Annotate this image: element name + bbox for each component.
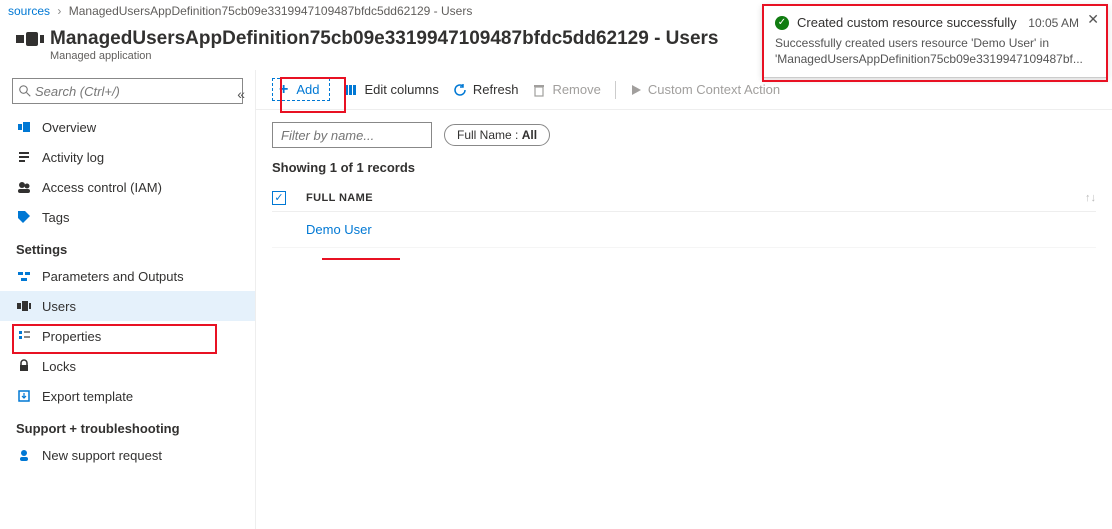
sort-icon[interactable]: ↑↓ bbox=[1085, 192, 1096, 204]
collapse-sidebar-icon[interactable]: « bbox=[237, 86, 245, 102]
toast-time: 10:05 AM bbox=[1028, 16, 1079, 30]
toast-title: Created custom resource successfully bbox=[797, 15, 1020, 30]
sidebar-item-properties[interactable]: Properties bbox=[0, 321, 255, 351]
sidebar: Search (Ctrl+/) « Overview Activity log … bbox=[0, 70, 256, 529]
sidebar-item-label: Parameters and Outputs bbox=[42, 269, 184, 284]
toolbar-divider bbox=[615, 81, 616, 99]
edit-columns-button[interactable]: Edit columns bbox=[344, 82, 438, 97]
search-input[interactable]: Search (Ctrl+/) bbox=[12, 78, 243, 104]
sidebar-item-label: New support request bbox=[42, 448, 162, 463]
column-full-name[interactable]: FULL NAME bbox=[306, 192, 1085, 204]
sidebar-item-users[interactable]: Users bbox=[0, 291, 255, 321]
sidebar-item-tags[interactable]: Tags bbox=[0, 202, 255, 232]
export-icon bbox=[16, 389, 32, 403]
refresh-label: Refresh bbox=[473, 82, 519, 97]
highlight-user-link bbox=[322, 258, 400, 260]
sidebar-item-overview[interactable]: Overview bbox=[0, 112, 255, 142]
sidebar-item-label: Locks bbox=[42, 359, 76, 374]
properties-icon bbox=[16, 329, 32, 343]
search-placeholder: Search (Ctrl+/) bbox=[35, 84, 120, 99]
close-icon[interactable]: ✕ bbox=[1087, 11, 1099, 28]
sidebar-item-label: Activity log bbox=[42, 150, 104, 165]
context-label: Custom Context Action bbox=[648, 82, 780, 97]
filter-pill-fullname[interactable]: Full Name : All bbox=[444, 124, 550, 146]
sidebar-item-export-template[interactable]: Export template bbox=[0, 381, 255, 411]
sidebar-item-activity-log[interactable]: Activity log bbox=[0, 142, 255, 172]
users-table: ✓ FULL NAME ↑↓ Demo User bbox=[256, 185, 1112, 248]
sidebar-item-label: Properties bbox=[42, 329, 101, 344]
activity-log-icon bbox=[16, 150, 32, 164]
toast-body: Successfully created users resource 'Dem… bbox=[775, 36, 1079, 67]
add-button[interactable]: + Add bbox=[272, 78, 330, 101]
parameters-icon bbox=[16, 269, 32, 283]
sidebar-item-label: Overview bbox=[42, 120, 96, 135]
sidebar-item-label: Tags bbox=[42, 210, 69, 225]
people-icon bbox=[16, 180, 32, 194]
sidebar-item-access-control[interactable]: Access control (IAM) bbox=[0, 172, 255, 202]
filter-input[interactable] bbox=[272, 122, 432, 148]
app-icon bbox=[16, 30, 44, 48]
search-icon bbox=[19, 85, 31, 97]
notification-toast: ✕ ✓ Created custom resource successfully… bbox=[762, 4, 1108, 78]
plus-icon: + bbox=[279, 83, 288, 97]
sidebar-header-support: Support + troubleshooting bbox=[0, 411, 255, 440]
pill-value: All bbox=[522, 128, 537, 142]
refresh-button[interactable]: Refresh bbox=[453, 82, 519, 97]
refresh-icon bbox=[453, 83, 467, 97]
add-label: Add bbox=[296, 82, 319, 97]
select-all-checkbox[interactable]: ✓ bbox=[272, 191, 286, 205]
play-icon bbox=[630, 84, 642, 96]
chevron-right-icon: › bbox=[57, 4, 61, 18]
custom-context-action-button[interactable]: Custom Context Action bbox=[630, 82, 780, 97]
remove-button[interactable]: Remove bbox=[532, 82, 600, 97]
users-icon bbox=[16, 301, 32, 311]
table-row[interactable]: Demo User bbox=[272, 212, 1096, 248]
overview-icon bbox=[16, 120, 32, 134]
trash-icon bbox=[532, 83, 546, 97]
lock-icon bbox=[16, 359, 32, 373]
tag-icon bbox=[16, 210, 32, 224]
table-header: ✓ FULL NAME ↑↓ bbox=[272, 185, 1096, 212]
success-icon: ✓ bbox=[775, 16, 789, 30]
support-icon bbox=[16, 448, 32, 462]
sidebar-item-label: Access control (IAM) bbox=[42, 180, 162, 195]
sidebar-item-label: Export template bbox=[42, 389, 133, 404]
sidebar-item-new-support-request[interactable]: New support request bbox=[0, 440, 255, 470]
record-count: Showing 1 of 1 records bbox=[256, 160, 1112, 185]
main-pane: + Add Edit columns Refresh Remove Custom… bbox=[256, 70, 1112, 529]
filter-bar: Full Name : All bbox=[256, 110, 1112, 160]
user-link[interactable]: Demo User bbox=[306, 222, 372, 237]
sidebar-item-parameters[interactable]: Parameters and Outputs bbox=[0, 261, 255, 291]
remove-label: Remove bbox=[552, 82, 600, 97]
columns-icon bbox=[344, 83, 358, 97]
sidebar-item-locks[interactable]: Locks bbox=[0, 351, 255, 381]
sidebar-header-settings: Settings bbox=[0, 232, 255, 261]
breadcrumb-current: ManagedUsersAppDefinition75cb09e33199471… bbox=[69, 4, 473, 18]
breadcrumb-prev[interactable]: sources bbox=[8, 4, 50, 18]
page-title: ManagedUsersAppDefinition75cb09e33199471… bbox=[50, 28, 719, 50]
edit-columns-label: Edit columns bbox=[364, 82, 438, 97]
pill-label: Full Name : bbox=[457, 128, 518, 142]
sidebar-item-label: Users bbox=[42, 299, 76, 314]
